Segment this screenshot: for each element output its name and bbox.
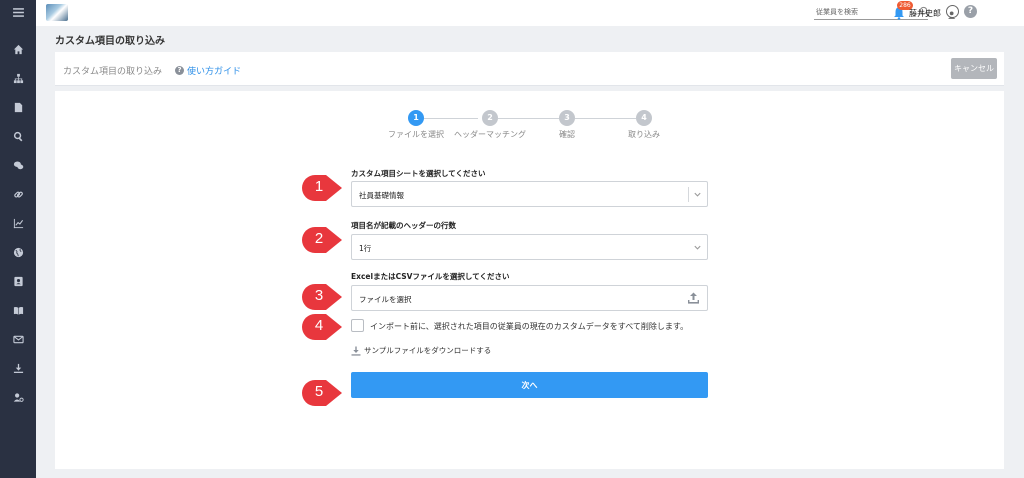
callout-number: 2 [314,230,324,247]
header-rows-value: 1行 [359,244,372,253]
guide-link[interactable]: ? 使い方ガイド [175,64,241,77]
download-icon [351,346,361,356]
book-icon[interactable] [0,300,36,320]
step-label: ファイルを選択 [388,130,444,139]
callout-3: 3 [300,282,343,312]
step-number: 2 [482,110,498,126]
sheet-select-label: カスタム項目シートを選択してください [351,169,486,178]
guide-link-label[interactable]: 使い方ガイド [187,64,241,77]
sample-download-link[interactable]: サンプルファイルをダウンロードする [351,345,491,356]
callout-number: 5 [314,383,324,400]
avatar[interactable] [946,5,959,19]
file-input[interactable]: ファイルを選択 [351,285,708,311]
step-number: 4 [636,110,652,126]
chart-icon[interactable] [0,213,36,233]
cancel-button[interactable]: キャンセル [951,58,997,79]
step-1: 1 ファイルを選択 [384,110,448,140]
callout-number: 4 [314,317,324,334]
user-name[interactable]: 藤井史郎 [909,8,941,19]
link-icon[interactable] [0,184,36,204]
sidebar [0,0,36,478]
card-header: カスタム項目の取り込み ? 使い方ガイド キャンセル [55,52,1004,86]
company-logo[interactable] [46,4,68,21]
page-title: カスタム項目の取り込み [55,36,165,47]
delete-data-checkbox[interactable] [351,319,364,332]
callout-1: 1 [300,173,343,203]
step-3: 3 確認 [547,110,587,140]
contact-card-icon[interactable] [0,271,36,291]
select-divider [688,187,689,202]
callout-number: 3 [314,287,324,304]
org-chart-icon[interactable] [0,68,36,88]
callout-2: 2 [300,225,343,255]
breadcrumb: カスタム項目の取り込み [63,67,163,77]
sheet-select[interactable]: 社員基礎情報 [351,181,708,207]
chevron-down-icon[interactable] [693,190,702,199]
next-button[interactable]: 次へ [351,372,708,398]
document-icon[interactable] [0,97,36,117]
chat-icon[interactable] [0,155,36,175]
step-label: ヘッダーマッチング [454,130,526,139]
top-bar: 従業員を検索 [36,0,1024,26]
download-icon[interactable] [0,358,36,378]
search-input[interactable]: 従業員を検索 [816,7,858,17]
help-icon[interactable]: ? [964,5,977,18]
file-select-label: ExcelまたはCSVファイルを選択してください [351,272,510,281]
step-number: 1 [408,110,424,126]
chevron-down-icon[interactable] [693,243,702,252]
card-body [55,91,1004,469]
home-icon[interactable] [0,39,36,59]
mail-icon[interactable] [0,329,36,349]
upload-icon[interactable] [687,291,700,305]
sample-download-label[interactable]: サンプルファイルをダウンロードする [364,345,491,356]
callout-4: 4 [300,312,343,342]
user-settings-icon[interactable] [0,387,36,407]
step-4: 4 取り込み [614,110,674,140]
step-number: 3 [559,110,575,126]
callout-number: 1 [314,178,324,195]
menu-icon[interactable] [0,2,36,22]
step-label: 取り込み [628,130,660,139]
header-rows-label: 項目名が記載のヘッダーの行数 [351,221,456,230]
step-2: 2 ヘッダーマッチング [450,110,530,140]
header-rows-select[interactable]: 1行 [351,234,708,260]
sheet-select-value: 社員基礎情報 [359,191,404,200]
delete-data-checkbox-label[interactable]: インポート前に、選択された項目の従業員の現在のカスタムデータをすべて削除します。 [370,321,688,332]
question-icon: ? [175,66,184,75]
search-icon[interactable] [0,126,36,146]
step-label: 確認 [559,130,575,139]
callout-5: 5 [300,378,343,408]
globe-icon[interactable] [0,242,36,262]
file-input-placeholder: ファイルを選択 [359,295,412,304]
